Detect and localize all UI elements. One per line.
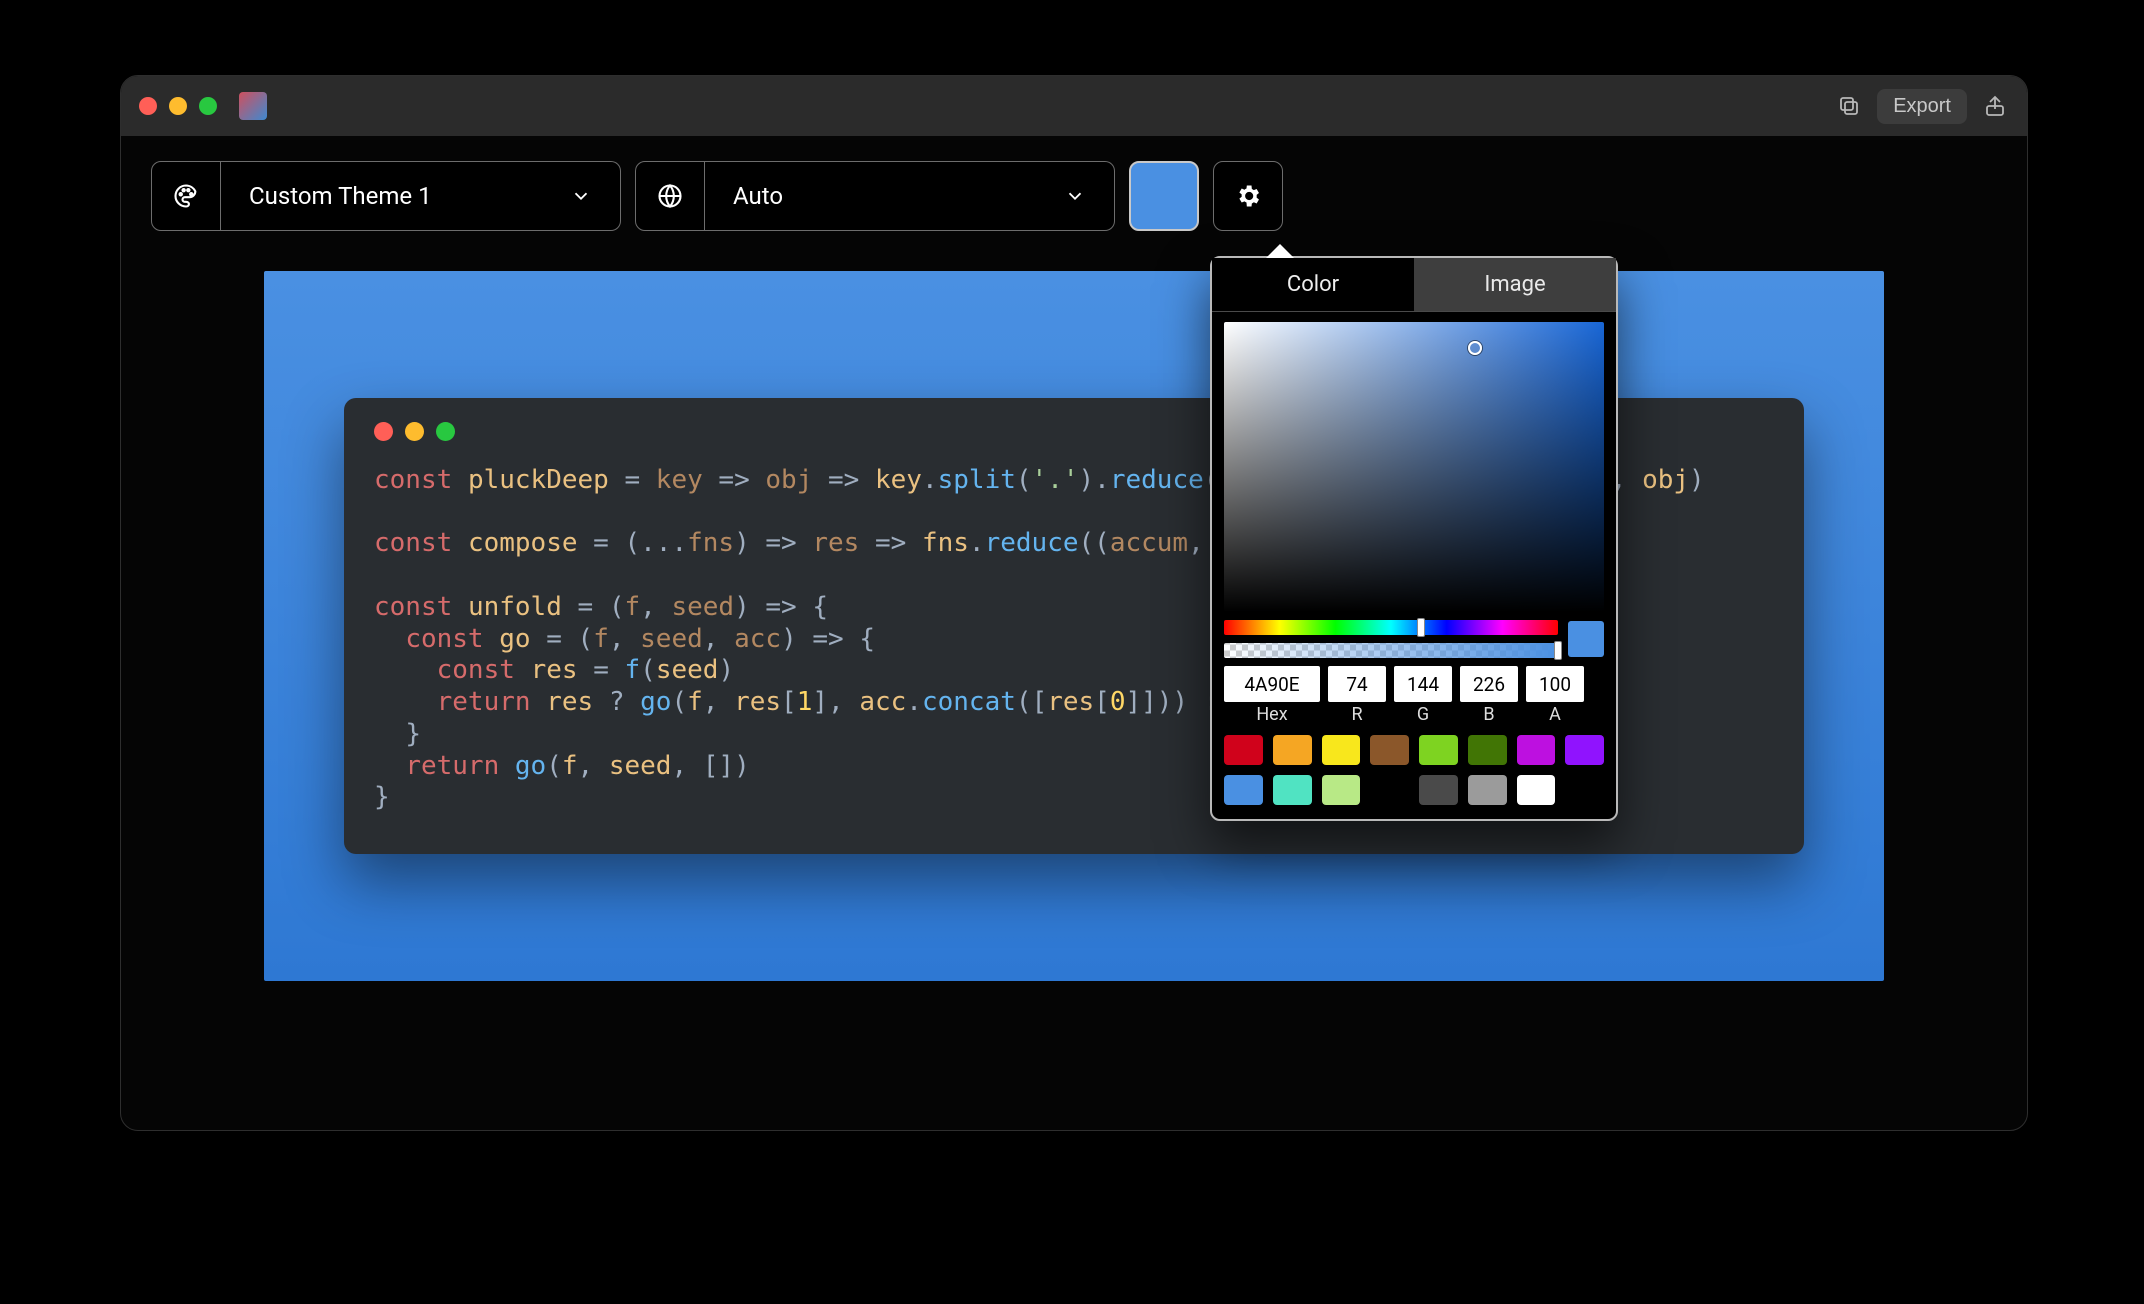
- saturation-value-panel[interactable]: [1224, 322, 1604, 612]
- chevron-down-icon: [1064, 185, 1086, 207]
- preset-swatch[interactable]: [1273, 735, 1312, 765]
- language-globe-button[interactable]: [635, 161, 705, 231]
- preset-swatch[interactable]: [1419, 735, 1458, 765]
- language-select-value: Auto: [733, 182, 783, 210]
- r-input[interactable]: [1328, 666, 1386, 702]
- app-window: Export Custom Theme 1: [120, 75, 2028, 1131]
- preset-swatch[interactable]: [1370, 775, 1409, 805]
- sv-thumb[interactable]: [1468, 341, 1482, 355]
- window-zoom-button[interactable]: [199, 97, 217, 115]
- copy-icon[interactable]: [1835, 92, 1863, 120]
- traffic-light-red-icon: [374, 422, 393, 441]
- app-icon: [239, 92, 267, 120]
- theme-select[interactable]: Custom Theme 1: [221, 161, 621, 231]
- preset-swatch[interactable]: [1468, 735, 1507, 765]
- palette-icon: [172, 182, 200, 210]
- picker-tabs: Color Image: [1212, 258, 1616, 312]
- preset-swatch[interactable]: [1322, 775, 1361, 805]
- hex-input[interactable]: [1224, 666, 1320, 702]
- titlebar: Export: [121, 76, 2027, 136]
- settings-button[interactable]: [1213, 161, 1283, 231]
- preset-swatch[interactable]: [1419, 775, 1458, 805]
- hue-thumb[interactable]: [1417, 618, 1425, 637]
- r-label: R: [1328, 704, 1386, 725]
- preset-swatches: [1224, 735, 1604, 805]
- chevron-down-icon: [570, 185, 592, 207]
- a-input[interactable]: [1526, 666, 1584, 702]
- color-picker-popover: Color Image: [1210, 256, 1618, 821]
- current-color-swatch: [1568, 621, 1604, 657]
- g-label: G: [1394, 704, 1452, 725]
- preset-swatch[interactable]: [1224, 735, 1263, 765]
- b-input[interactable]: [1460, 666, 1518, 702]
- preset-swatch[interactable]: [1370, 735, 1409, 765]
- traffic-light-yellow-icon: [405, 422, 424, 441]
- alpha-thumb[interactable]: [1554, 641, 1562, 660]
- background-card[interactable]: const pluckDeep = key => obj => key.spli…: [264, 271, 1884, 981]
- theme-palette-button[interactable]: [151, 161, 221, 231]
- background-color-swatch[interactable]: [1129, 161, 1199, 231]
- window-close-button[interactable]: [139, 97, 157, 115]
- tab-color[interactable]: Color: [1212, 258, 1414, 311]
- gear-icon: [1234, 182, 1262, 210]
- preset-swatch[interactable]: [1517, 775, 1556, 805]
- preset-swatch[interactable]: [1322, 735, 1361, 765]
- share-icon[interactable]: [1981, 92, 2009, 120]
- b-label: B: [1460, 704, 1518, 725]
- globe-icon: [656, 182, 684, 210]
- tab-image[interactable]: Image: [1414, 258, 1616, 311]
- a-label: A: [1526, 704, 1584, 725]
- g-input[interactable]: [1394, 666, 1452, 702]
- preset-swatch[interactable]: [1517, 735, 1556, 765]
- language-select[interactable]: Auto: [705, 161, 1115, 231]
- alpha-slider[interactable]: [1224, 643, 1558, 658]
- export-button[interactable]: Export: [1877, 89, 1967, 124]
- hue-slider[interactable]: [1224, 620, 1558, 635]
- traffic-light-green-icon: [436, 422, 455, 441]
- preview-canvas: const pluckDeep = key => obj => key.spli…: [185, 271, 1963, 1076]
- preset-swatch[interactable]: [1224, 775, 1263, 805]
- window-minimize-button[interactable]: [169, 97, 187, 115]
- preset-swatch[interactable]: [1565, 735, 1604, 765]
- preset-swatch[interactable]: [1273, 775, 1312, 805]
- color-inputs: [1224, 666, 1604, 702]
- theme-select-value: Custom Theme 1: [249, 182, 432, 210]
- hex-label: Hex: [1224, 704, 1320, 725]
- preset-swatch[interactable]: [1468, 775, 1507, 805]
- toolbar: Custom Theme 1 Auto: [151, 161, 1283, 231]
- window-controls: [139, 97, 217, 115]
